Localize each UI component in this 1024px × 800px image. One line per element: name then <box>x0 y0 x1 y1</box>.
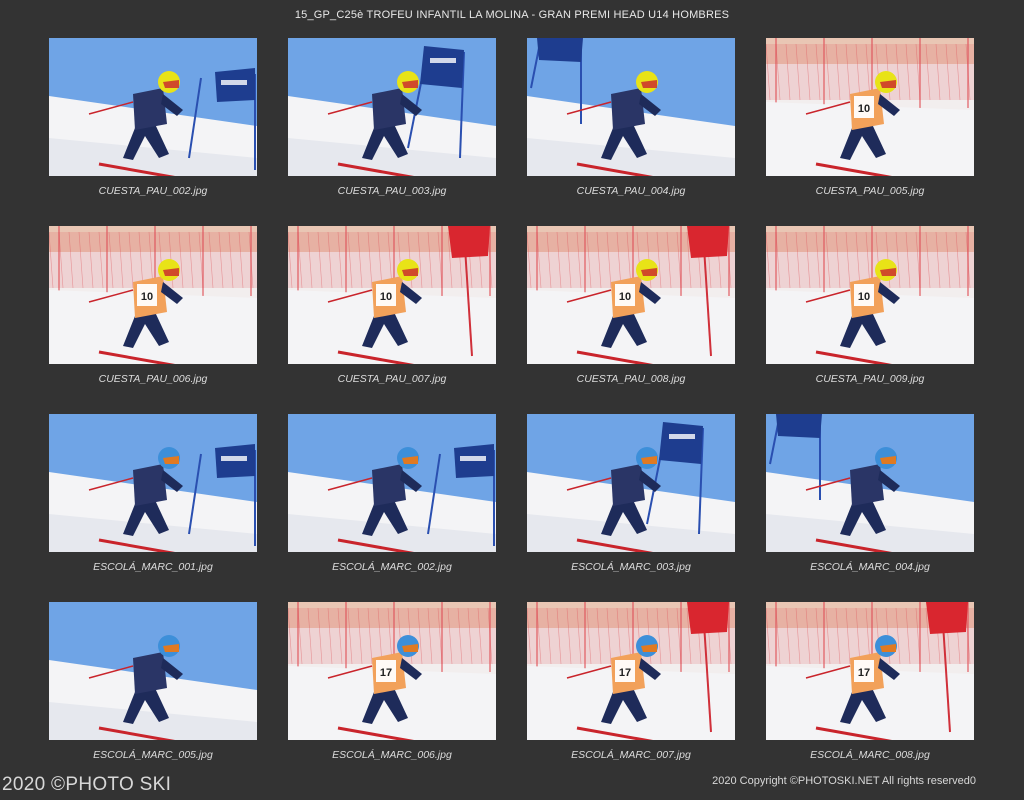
photo-filename-caption: CUESTA_PAU_003.jpg <box>337 185 447 197</box>
photo-thumbnail-cell[interactable]: 10 CUESTA_PAU_008.jpg <box>527 226 735 414</box>
photo-thumbnail[interactable]: 17 <box>527 602 735 740</box>
photo-thumbnail[interactable]: 10 <box>49 226 257 364</box>
photo-filename-caption: ESCOLÁ_MARC_008.jpg <box>810 749 930 761</box>
photo-filename-caption: ESCOLÁ_MARC_002.jpg <box>332 561 452 573</box>
gate-flag <box>776 414 822 438</box>
bib-number: 10 <box>858 291 870 303</box>
gate-flag <box>687 602 729 634</box>
footer-watermark: 2020 ©PHOTO SKI <box>2 774 172 795</box>
photo-filename-caption: ESCOLÁ_MARC_004.jpg <box>810 561 930 573</box>
photo-thumbnail[interactable] <box>527 38 735 176</box>
photo-filename-caption: ESCOLÁ_MARC_003.jpg <box>571 561 691 573</box>
footer-copyright: 2020 Copyright ©PHOTOSKI.NET All rights … <box>712 775 976 787</box>
thumbnail-grid: CUESTA_PAU_002.jpg CUESTA_PAU_003.jpg CUES… <box>49 38 974 790</box>
photo-thumbnail-cell[interactable]: 17 ESCOLÁ_MARC_006.jpg <box>288 602 496 790</box>
photo-thumbnail[interactable] <box>49 414 257 552</box>
bib-number: 17 <box>380 667 392 679</box>
photo-thumbnail-cell[interactable]: ESCOLÁ_MARC_001.jpg <box>49 414 257 602</box>
gate-flag <box>659 422 703 464</box>
photo-thumbnail-cell[interactable]: CUESTA_PAU_004.jpg <box>527 38 735 226</box>
gate-flag <box>448 226 490 258</box>
gate-flag <box>926 602 968 634</box>
photo-thumbnail-cell[interactable]: ESCOLÁ_MARC_002.jpg <box>288 414 496 602</box>
photo-thumbnail[interactable]: 10 <box>288 226 496 364</box>
gate-flag <box>420 46 464 88</box>
photo-filename-caption: CUESTA_PAU_007.jpg <box>337 373 447 385</box>
photo-filename-caption: ESCOLÁ_MARC_001.jpg <box>93 561 213 573</box>
photo-thumbnail-cell[interactable]: ESCOLÁ_MARC_003.jpg <box>527 414 735 602</box>
photo-filename-caption: CUESTA_PAU_004.jpg <box>576 185 686 197</box>
photo-thumbnail-cell[interactable]: 17 ESCOLÁ_MARC_007.jpg <box>527 602 735 790</box>
photo-thumbnail-cell[interactable]: 10 CUESTA_PAU_005.jpg <box>766 38 974 226</box>
photo-thumbnail[interactable]: 10 <box>766 226 974 364</box>
photo-thumbnail-cell[interactable]: 17 ESCOLÁ_MARC_008.jpg <box>766 602 974 790</box>
page-number: 0 <box>969 775 976 787</box>
photo-thumbnail-cell[interactable]: ESCOLÁ_MARC_004.jpg <box>766 414 974 602</box>
contact-sheet-title: 15_GP_C25è TROFEU INFANTIL LA MOLINA - G… <box>294 9 730 21</box>
photo-thumbnail[interactable] <box>527 414 735 552</box>
photo-thumbnail-cell[interactable]: CUESTA_PAU_003.jpg <box>288 38 496 226</box>
bib-number: 17 <box>858 667 870 679</box>
photo-thumbnail[interactable] <box>288 414 496 552</box>
photo-filename-caption: CUESTA_PAU_002.jpg <box>98 185 208 197</box>
gate-flag <box>687 226 729 258</box>
photo-thumbnail[interactable] <box>49 602 257 740</box>
photo-thumbnail[interactable]: 17 <box>288 602 496 740</box>
photo-thumbnail[interactable]: 17 <box>766 602 974 740</box>
photo-filename-caption: CUESTA_PAU_005.jpg <box>815 185 925 197</box>
photo-filename-caption: ESCOLÁ_MARC_006.jpg <box>332 749 452 761</box>
bib-number: 10 <box>858 103 870 115</box>
photo-thumbnail[interactable] <box>766 414 974 552</box>
gate-flag <box>537 38 583 62</box>
photo-filename-caption: CUESTA_PAU_008.jpg <box>576 373 686 385</box>
photo-filename-caption: ESCOLÁ_MARC_005.jpg <box>93 749 213 761</box>
bib-number: 17 <box>619 667 631 679</box>
bib-number: 10 <box>619 291 631 303</box>
photo-thumbnail-cell[interactable]: 10 CUESTA_PAU_007.jpg <box>288 226 496 414</box>
photo-thumbnail[interactable]: 10 <box>527 226 735 364</box>
bib-number: 10 <box>141 291 153 303</box>
photo-thumbnail[interactable] <box>49 38 257 176</box>
photo-filename-caption: CUESTA_PAU_009.jpg <box>815 373 925 385</box>
photo-filename-caption: ESCOLÁ_MARC_007.jpg <box>571 749 691 761</box>
photo-thumbnail-cell[interactable]: CUESTA_PAU_002.jpg <box>49 38 257 226</box>
photo-thumbnail-cell[interactable]: 10 CUESTA_PAU_006.jpg <box>49 226 257 414</box>
photo-thumbnail-cell[interactable]: ESCOLÁ_MARC_005.jpg <box>49 602 257 790</box>
photo-thumbnail-cell[interactable]: 10 CUESTA_PAU_009.jpg <box>766 226 974 414</box>
photo-thumbnail[interactable] <box>288 38 496 176</box>
photo-filename-caption: CUESTA_PAU_006.jpg <box>98 373 208 385</box>
photo-thumbnail[interactable]: 10 <box>766 38 974 176</box>
copyright-text: 2020 Copyright ©PHOTOSKI.NET All rights … <box>712 775 970 787</box>
bib-number: 10 <box>380 291 392 303</box>
